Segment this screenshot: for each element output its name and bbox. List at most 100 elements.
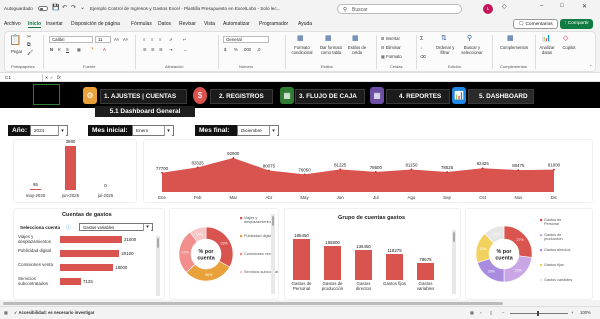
cancel-formula-icon[interactable]: ✕ xyxy=(45,75,49,80)
collapse-ribbon-icon[interactable]: ⌃ xyxy=(589,64,593,69)
align-center-icon[interactable]: ☰ xyxy=(151,47,155,52)
font-color-icon[interactable]: A xyxy=(103,47,106,52)
align-left-icon[interactable]: ☰ xyxy=(143,47,147,52)
font-name-select[interactable]: Calibri xyxy=(49,36,93,43)
share-button[interactable]: ↑ Compartir xyxy=(560,19,593,29)
autosave-toggle[interactable] xyxy=(38,6,48,11)
zoom-out-icon[interactable]: – xyxy=(502,310,504,315)
merge-center-icon[interactable]: ↔ xyxy=(183,47,187,52)
currency-icon[interactable]: $ xyxy=(224,47,226,52)
menu-datos[interactable]: Datos xyxy=(158,21,171,27)
format-cells-button[interactable]: ▦ Formato xyxy=(381,54,402,59)
search-input[interactable]: Buscar xyxy=(352,7,368,13)
percent-icon[interactable]: % xyxy=(234,47,238,52)
settings-nav-icon[interactable]: ⚙ xyxy=(83,87,97,104)
paste-label[interactable]: Pegar xyxy=(11,49,22,54)
italic-icon[interactable]: K xyxy=(58,47,61,52)
groups-scrollbar[interactable] xyxy=(452,230,456,294)
menu-automatizar[interactable]: Automatizar xyxy=(223,21,250,27)
align-top-icon[interactable]: ≡ xyxy=(143,37,145,42)
minimize-icon[interactable]: – xyxy=(540,3,543,9)
align-bottom-icon[interactable]: ≡ xyxy=(159,37,161,42)
insert-function-icon[interactable]: fx xyxy=(57,74,61,82)
find-icon[interactable]: ⚲ xyxy=(467,34,472,42)
underline-icon[interactable]: S xyxy=(66,47,69,52)
wrap-text-icon[interactable]: ↵ xyxy=(183,37,187,42)
cashflow-nav-icon[interactable]: ▦ xyxy=(280,87,294,104)
name-box[interactable]: C1 xyxy=(3,74,43,82)
menu-formulas[interactable]: Fórmulas xyxy=(131,21,152,27)
end-month-dropdown-icon[interactable]: ▾ xyxy=(269,126,277,136)
analyze-data-button[interactable]: Analizar datos xyxy=(535,45,559,55)
menu-archivo[interactable]: Archivo xyxy=(4,21,21,27)
grow-font-icon[interactable]: A˄ xyxy=(114,37,119,42)
find-select-button[interactable]: Buscar y seleccionar xyxy=(458,45,486,55)
analyze-data-icon[interactable]: 📊 xyxy=(542,34,551,42)
align-right-icon[interactable]: ☰ xyxy=(159,47,163,52)
nav-registros-button[interactable]: 2. REGISTROS xyxy=(210,89,273,104)
decimals-icon[interactable]: ,0 xyxy=(257,47,261,52)
customize-qa-icon[interactable]: ⌄ xyxy=(79,5,86,12)
insert-cells-button[interactable]: ⊞ Insertar xyxy=(381,36,400,41)
nav-flujo-button[interactable]: 3. FLUJO DE CAJA xyxy=(295,89,365,104)
orientation-icon[interactable]: ⇗ xyxy=(169,37,173,42)
copy-icon[interactable]: ⧉ xyxy=(27,42,31,48)
copilot-icon[interactable]: ◇ xyxy=(563,34,568,42)
dollar-nav-icon[interactable]: $ xyxy=(193,87,207,104)
borders-icon[interactable]: ▦ xyxy=(77,47,81,52)
close-icon[interactable]: ✕ xyxy=(582,3,587,10)
dashboard-nav-icon[interactable]: 📊 xyxy=(452,87,466,104)
comma-style-icon[interactable]: 000 xyxy=(244,47,251,52)
accounts-scrollbar[interactable] xyxy=(156,236,160,296)
comments-button[interactable]: 🗨 Comentarios xyxy=(513,19,558,29)
end-month-select[interactable]: Diciembre ▾ xyxy=(237,125,279,136)
cut-icon[interactable]: ✂ xyxy=(27,34,31,40)
menu-vista[interactable]: Vista xyxy=(204,21,215,27)
zoom-slider[interactable] xyxy=(510,313,568,314)
font-size-select[interactable]: 11 xyxy=(95,36,111,43)
undo-icon[interactable]: ↶ xyxy=(61,5,68,12)
fill-color-icon[interactable]: ◑ xyxy=(90,46,94,52)
selected-cell[interactable] xyxy=(33,84,60,105)
normal-view-icon[interactable]: ▦ xyxy=(470,310,474,315)
hscroll-thumb[interactable] xyxy=(3,301,503,305)
addins-icon[interactable]: ▦ xyxy=(507,34,514,42)
year-dropdown-icon[interactable]: ▾ xyxy=(58,126,66,136)
fill-icon[interactable]: ↓ xyxy=(420,45,422,50)
conditional-format-button[interactable]: Formato condicional xyxy=(288,45,316,55)
table-format-button[interactable]: Dar formato como tabla xyxy=(316,45,346,55)
enter-formula-icon[interactable]: ✓ xyxy=(50,75,54,80)
menu-revisar[interactable]: Revisar xyxy=(179,21,196,27)
page-break-icon[interactable]: ▯ xyxy=(490,310,492,315)
reports-nav-icon[interactable]: ▦ xyxy=(370,87,384,104)
conditional-format-icon[interactable]: ▦ xyxy=(297,34,304,42)
zoom-level[interactable]: 100% xyxy=(580,310,591,315)
bold-icon[interactable]: N xyxy=(50,47,53,52)
zoom-in-icon[interactable]: + xyxy=(571,310,573,315)
menu-insertar[interactable]: Insertar xyxy=(46,21,63,27)
account-dropdown-icon[interactable]: ▾ xyxy=(143,224,151,231)
paste-icon[interactable]: 📋 xyxy=(9,35,21,46)
maximize-icon[interactable]: □ xyxy=(560,3,564,9)
copilot-button[interactable]: Copilot xyxy=(557,45,581,50)
number-format-select[interactable]: General xyxy=(223,36,269,43)
nav-dashboard-button[interactable]: 5. DASHBOARD xyxy=(468,89,534,104)
zoom-slider-thumb[interactable] xyxy=(537,311,539,316)
nav-reportes-button[interactable]: 4. REPORTES xyxy=(386,89,450,104)
align-middle-icon[interactable]: ≡ xyxy=(151,37,153,42)
shrink-font-icon[interactable]: A˅ xyxy=(123,37,128,42)
copilot-title-icon[interactable]: ◇ xyxy=(502,3,507,10)
search-box[interactable]: ⚲ Buscar xyxy=(337,4,462,14)
autosum-icon[interactable]: Σ xyxy=(420,36,423,42)
menu-ayuda[interactable]: Ayuda xyxy=(298,21,312,27)
delete-cells-button[interactable]: ⊟ Eliminar xyxy=(381,45,401,50)
addins-button[interactable]: Complementos xyxy=(495,45,533,50)
donut-legend-scrollbar[interactable] xyxy=(271,214,275,294)
info-icon[interactable]: ⓘ xyxy=(66,224,71,231)
clear-icon[interactable]: ⌫ xyxy=(420,54,426,59)
table-format-icon[interactable]: ▦ xyxy=(325,34,332,42)
cell-styles-icon[interactable]: ▦ xyxy=(352,34,359,42)
cell-styles-button[interactable]: Estilos de celda xyxy=(345,45,369,55)
sort-filter-button[interactable]: Ordenar y filtrar xyxy=(433,45,457,55)
menu-disposicion[interactable]: Disposición de página xyxy=(71,21,120,27)
